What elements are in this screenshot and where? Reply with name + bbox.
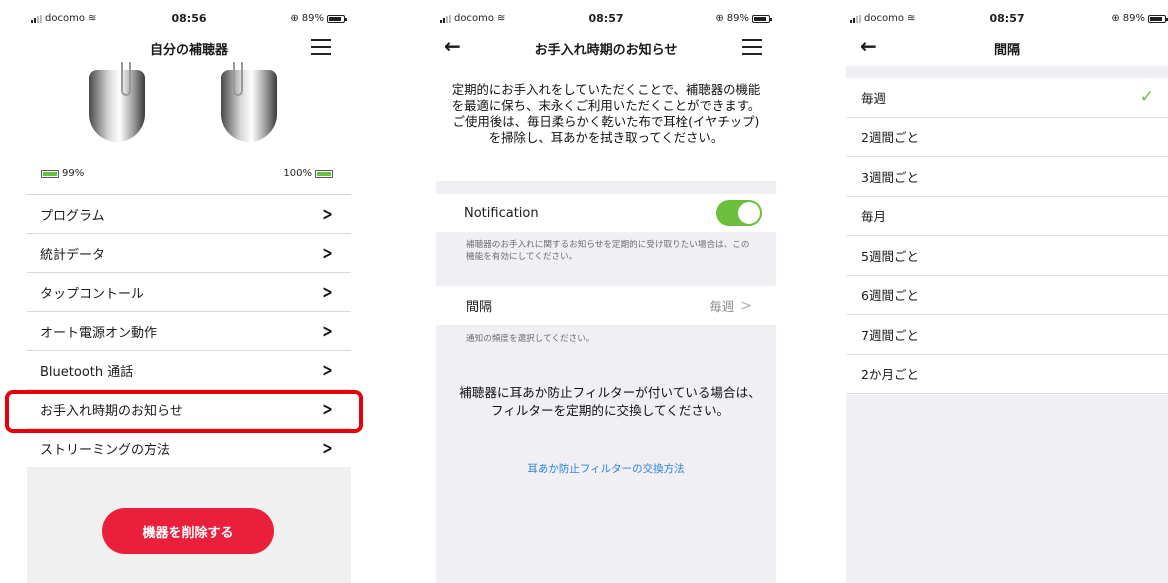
hearing-aid-battery-row: 99% 100% [27, 168, 351, 182]
option-monthly[interactable]: 毎月 [846, 197, 1168, 236]
notification-label: Notification [464, 205, 539, 221]
alarm-icon: ⊕ [1111, 13, 1120, 24]
battery-percent: 89% [301, 13, 324, 24]
chevron-right-icon: > [322, 398, 333, 420]
page-title: 自分の補聴器 [149, 43, 228, 58]
battery-percent: 89% [1122, 13, 1145, 24]
left-battery-level: 99% [62, 168, 85, 179]
nav-bar: ← お手入れ時期のお知らせ [436, 34, 776, 62]
option-every-7-weeks[interactable]: 7週間ごと [846, 315, 1168, 355]
right-battery-icon [315, 169, 333, 178]
chevron-right-icon: > [322, 320, 333, 342]
nav-bar: 自分の補聴器 [27, 34, 351, 62]
option-every-3-weeks[interactable]: 3週間ごと [846, 157, 1168, 197]
page-title: お手入れ時期のお知らせ [534, 43, 678, 58]
battery-icon [327, 14, 347, 23]
filter-info-text: 補聴器に耳あか防止フィルターが付いている場合は、フィルターを定期的に交換してくだ… [459, 385, 761, 418]
menu-item-bluetooth-call[interactable]: Bluetooth 通話 > [27, 351, 351, 390]
menu-icon[interactable] [742, 39, 762, 55]
option-every-2-months[interactable]: 2か月ごと [846, 355, 1168, 394]
interval-value: 毎週 [709, 299, 735, 314]
option-every-2-weeks[interactable]: 2週間ごと [846, 118, 1168, 157]
section-separator [846, 66, 1168, 78]
option-every-6-weeks[interactable]: 6週間ごと [846, 276, 1168, 315]
notification-row: Notification [436, 194, 776, 232]
chevron-right-icon: > [322, 203, 333, 225]
menu-item-auto-power-on[interactable]: オート電源オン動作 > [27, 312, 351, 351]
menu-item-streaming-method[interactable]: ストリーミングの方法 > [27, 429, 351, 468]
status-bar: docomo ≋ 08:56 ⊕ 89% [27, 0, 351, 34]
menu-item-care-reminder[interactable]: お手入れ時期のお知らせ > [27, 390, 351, 429]
interval-options-list: 毎週 ✓ 2週間ごと 3週間ごと 毎月 5週間ごと 6週間ごと 7週間ごと 2か月… [846, 78, 1168, 394]
menu-item-statistics[interactable]: 統計データ > [27, 234, 351, 273]
right-hearing-aid-image [219, 62, 279, 142]
section-separator [436, 181, 776, 194]
battery-percent: 89% [726, 13, 749, 24]
hearing-aids-image [27, 62, 351, 162]
chevron-right-icon: > [740, 297, 752, 314]
screen-my-hearing-aids: docomo ≋ 08:56 ⊕ 89% 自分の補聴器 99% 100% プログラム… [27, 0, 351, 583]
screen-care-reminder: docomo ≋ 08:57 ⊕ 89% ← お手入れ時期のお知らせ 定期的にお手入… [436, 0, 776, 583]
battery-icon [752, 14, 772, 23]
menu-item-tap-control[interactable]: タップコントール > [27, 273, 351, 312]
menu-icon[interactable] [311, 39, 331, 55]
notification-hint: 補聴器のお手入れに関するお知らせを定期的に受け取りたい場合は、この機能を有効にし… [436, 232, 776, 286]
battery-icon [1148, 14, 1168, 23]
alarm-icon: ⊕ [290, 13, 299, 24]
option-weekly[interactable]: 毎週 ✓ [846, 78, 1168, 118]
notification-toggle[interactable] [716, 200, 762, 226]
right-battery-level: 100% [283, 168, 312, 179]
status-bar: docomo ≋ 08:57 ⊕ 89% [436, 0, 776, 34]
nav-bar: ← 間隔 [846, 34, 1168, 62]
filter-replacement-link[interactable]: 耳あか防止フィルターの交換方法 [436, 461, 776, 476]
left-hearing-aid-image [87, 62, 147, 142]
delete-device-button[interactable]: 機器を削除する [102, 508, 274, 554]
checkmark-icon: ✓ [1139, 87, 1154, 108]
left-battery-icon [41, 169, 59, 178]
interval-label: 間隔 [466, 300, 493, 315]
interval-row[interactable]: 間隔 毎週 > [436, 286, 776, 325]
menu-item-program[interactable]: プログラム > [27, 195, 351, 234]
bottom-area [846, 395, 1168, 583]
care-intro-text: 定期的にお手入れをしていただくことで、補聴器の機能を最適に保ち、末永くご利用いた… [451, 82, 761, 145]
status-bar: docomo ≋ 08:57 ⊕ 89% [846, 0, 1168, 34]
settings-menu: プログラム > 統計データ > タップコントール > オート電源オン動作 > Bluet… [27, 194, 351, 468]
chevron-right-icon: > [322, 437, 333, 459]
alarm-icon: ⊕ [715, 13, 724, 24]
bottom-area [436, 325, 776, 583]
page-title: 間隔 [993, 43, 1020, 58]
screen-interval: docomo ≋ 08:57 ⊕ 89% ← 間隔 毎週 ✓ 2週間ごと 3週間ごと … [846, 0, 1168, 583]
chevron-right-icon: > [322, 242, 333, 264]
chevron-right-icon: > [322, 359, 333, 381]
interval-hint: 通知の頻度を選択してください。 [466, 334, 595, 344]
option-every-5-weeks[interactable]: 5週間ごと [846, 236, 1168, 276]
chevron-right-icon: > [322, 281, 333, 303]
